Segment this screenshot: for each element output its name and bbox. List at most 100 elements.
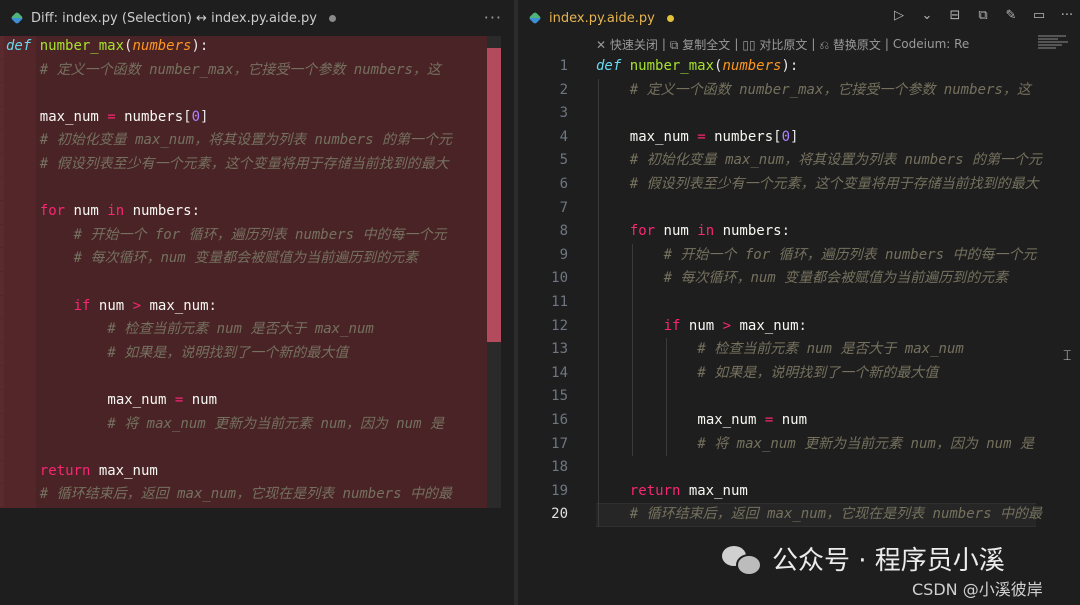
toolbar-item[interactable]: ▯▯ 对比原文 bbox=[742, 36, 807, 53]
code-line[interactable]: # 如果是，说明找到了一个新的最大值 bbox=[697, 362, 938, 386]
more-actions-icon[interactable]: ··· bbox=[1058, 6, 1076, 24]
editor-pane[interactable]: index.py.aide.py ▷ ⌄ ⊟ ⧉ ✎ ▭ ··· ✕ 快速关闭 |… bbox=[518, 0, 1080, 605]
code-line[interactable]: for num in numbers: bbox=[630, 220, 790, 244]
code-token: = bbox=[107, 108, 116, 125]
code-line[interactable]: return max_num bbox=[40, 460, 158, 484]
aide-file-tab[interactable]: index.py.aide.py bbox=[518, 0, 684, 36]
code-token: max_num bbox=[629, 128, 689, 145]
code-line[interactable]: # 将 max_num 更新为当前元素 num，因为 num 是 bbox=[107, 413, 444, 437]
line-number: 4 bbox=[559, 128, 568, 145]
code-line[interactable]: # 检查当前元素 num 是否大于 max_num bbox=[107, 318, 373, 342]
code-line[interactable]: # 循环结束后，返回 max_num，它现在是列表 numbers 中的最 bbox=[40, 483, 452, 507]
line-number: 5 bbox=[559, 152, 568, 169]
code-token: : bbox=[781, 223, 791, 240]
code-token: # 循环结束后，返回 max_num，它现在是列表 numbers 中的最 bbox=[629, 506, 1042, 523]
removed-line-marker bbox=[0, 130, 4, 153]
run-icon[interactable]: ▷ bbox=[890, 6, 908, 24]
line-number: 12 bbox=[551, 317, 568, 334]
code-token: # 开始一个 for 循环，遍历列表 numbers 中的每一个元 bbox=[73, 226, 447, 243]
compare-icon[interactable]: ⧉ bbox=[974, 6, 992, 24]
toolbar-item[interactable]: ✕ 快速关闭 bbox=[596, 36, 658, 53]
code-token: [ bbox=[183, 108, 192, 125]
code-token: num bbox=[98, 297, 125, 314]
code-token: def bbox=[6, 38, 32, 54]
code-line[interactable]: max_num = numbers[0] bbox=[630, 126, 799, 150]
toolbar-item[interactable]: ⧉ 复制全文 bbox=[670, 36, 730, 53]
code-token: numbers bbox=[714, 128, 774, 145]
code-token: # 开始一个 for 循环，遍历列表 numbers 中的每一个元 bbox=[663, 246, 1037, 263]
code-token: # 每次循环，num 变量都会被赋值为当前遍历到的元素 bbox=[663, 270, 1009, 287]
code-line[interactable]: # 假设列表至少有一个元素，这个变量将用于存储当前找到的最大 bbox=[40, 153, 449, 177]
python-file-icon bbox=[10, 11, 24, 25]
code-line[interactable]: # 定义一个函数 number_max，它接受一个参数 numbers，这 bbox=[630, 79, 1031, 103]
minimap[interactable] bbox=[1038, 34, 1072, 70]
watermark: 公众号 · 程序员小溪 bbox=[722, 540, 1005, 577]
code-line[interactable]: # 初始化变量 max_num，将其设置为列表 numbers 的第一个元 bbox=[40, 129, 452, 153]
removed-line-marker bbox=[0, 413, 4, 437]
python-file-icon bbox=[528, 11, 542, 25]
code-token: # 将 max_num 更新为当前元素 num，因为 num 是 bbox=[107, 415, 444, 432]
toolbar-item[interactable]: Codeium: Re bbox=[893, 37, 969, 51]
diff-tab[interactable]: Diff: index.py (Selection) ↔ index.py.ai… bbox=[0, 0, 346, 36]
removed-line-marker bbox=[0, 201, 4, 224]
code-token: def bbox=[596, 58, 622, 74]
code-token: ] bbox=[200, 108, 209, 125]
code-line[interactable]: return max_num bbox=[630, 480, 748, 504]
code-line[interactable]: # 初始化变量 max_num，将其设置为列表 numbers 的第一个元 bbox=[630, 149, 1042, 173]
toolbar-separator: | bbox=[884, 37, 889, 51]
toolbar-item[interactable]: ⎌ 替换原文 bbox=[819, 36, 880, 53]
code-line[interactable]: # 如果是，说明找到了一个新的最大值 bbox=[107, 342, 348, 366]
scrollbar-thumb[interactable] bbox=[487, 48, 501, 342]
code-line[interactable]: # 循环结束后，返回 max_num，它现在是列表 numbers 中的最 bbox=[630, 503, 1042, 527]
code-line[interactable]: def number_max(numbers): bbox=[6, 35, 208, 59]
chevron-down-icon[interactable]: ⌄ bbox=[918, 6, 936, 24]
code-line[interactable]: if num > max_num: bbox=[74, 295, 217, 319]
edit-icon[interactable]: ✎ bbox=[1002, 6, 1020, 24]
code-line[interactable]: # 每次循环，num 变量都会被赋值为当前遍历到的元素 bbox=[74, 247, 419, 271]
line-number: 1 bbox=[559, 58, 568, 74]
code-line[interactable]: max_num = num bbox=[107, 389, 217, 413]
code-line[interactable]: # 假设列表至少有一个元素，这个变量将用于存储当前找到的最大 bbox=[630, 173, 1039, 197]
diff-editor-pane[interactable]: Diff: index.py (Selection) ↔ index.py.ai… bbox=[0, 0, 514, 605]
split-editor-icon[interactable]: ▭ bbox=[1030, 6, 1048, 24]
code-token: # 如果是，说明找到了一个新的最大值 bbox=[697, 364, 939, 381]
line-number: 14 bbox=[551, 364, 568, 381]
code-line[interactable]: # 将 max_num 更新为当前元素 num，因为 num 是 bbox=[697, 433, 1034, 457]
code-line[interactable]: # 检查当前元素 num 是否大于 max_num bbox=[697, 338, 963, 362]
line-number: 10 bbox=[551, 270, 568, 287]
line-number: 6 bbox=[559, 176, 568, 192]
indent-guide bbox=[665, 338, 667, 457]
unsaved-dot-icon[interactable] bbox=[666, 14, 674, 22]
code-line[interactable]: max_num = num bbox=[697, 409, 807, 433]
code-line[interactable]: for num in numbers: bbox=[40, 200, 200, 224]
code-token: : bbox=[208, 297, 217, 314]
code-token: : bbox=[798, 317, 807, 334]
code-token: > bbox=[132, 297, 142, 314]
open-preview-icon[interactable]: ⊟ bbox=[946, 6, 964, 24]
code-line[interactable]: # 开始一个 for 循环，遍历列表 numbers 中的每一个元 bbox=[664, 244, 1037, 268]
code-token: numbers bbox=[722, 223, 782, 240]
tab-close-dot-icon[interactable] bbox=[328, 14, 336, 22]
code-line[interactable]: if num > max_num: bbox=[664, 315, 807, 339]
code-line[interactable]: # 每次循环，num 变量都会被赋值为当前遍历到的元素 bbox=[664, 267, 1009, 291]
code-line[interactable]: # 定义一个函数 number_max，它接受一个参数 numbers，这 bbox=[40, 59, 441, 83]
code-token: # 循环结束后，返回 max_num，它现在是列表 numbers 中的最 bbox=[39, 486, 452, 503]
code-line[interactable]: max_num = numbers[0] bbox=[40, 106, 209, 130]
watermark-text: 公众号 · 程序员小溪 bbox=[772, 546, 1005, 576]
more-actions-icon[interactable]: ··· bbox=[484, 8, 502, 27]
removed-line-marker bbox=[0, 342, 4, 366]
code-line[interactable]: def number_max(numbers): bbox=[596, 55, 798, 79]
toolbar-separator: | bbox=[734, 37, 739, 51]
code-line[interactable]: # 开始一个 for 循环，遍历列表 numbers 中的每一个元 bbox=[74, 224, 447, 248]
code-token: max_num bbox=[107, 392, 167, 408]
toolbar-separator: | bbox=[811, 37, 816, 51]
